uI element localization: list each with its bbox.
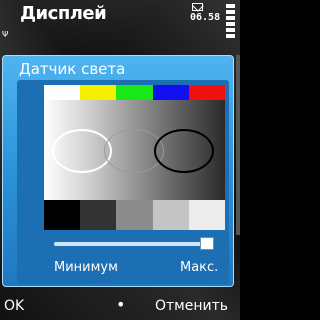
- dialog-title: Датчик света: [19, 60, 126, 78]
- gray-swatch-3: [152, 200, 189, 230]
- gray-swatch-1: [80, 200, 117, 230]
- gray-swatch-4: [188, 200, 226, 230]
- color-bar: [44, 85, 226, 100]
- color-swatch-0: [44, 85, 81, 100]
- scrollbar[interactable]: [236, 55, 240, 235]
- slider-max-label: Макс.: [180, 260, 219, 275]
- gray-scale-bar: [44, 200, 226, 230]
- clock: 06.58: [190, 12, 221, 23]
- ok-button[interactable]: OK: [4, 298, 24, 314]
- brightness-slider-track[interactable]: [54, 242, 214, 246]
- page-title: Дисплей: [20, 3, 107, 24]
- display-test-card: [44, 85, 226, 230]
- message-icon: [192, 3, 203, 11]
- gray-swatch-2: [116, 200, 153, 230]
- color-swatch-3: [152, 85, 189, 100]
- test-circle-black: [154, 129, 214, 173]
- softkey-bar: OK • Отменить: [0, 290, 240, 320]
- cancel-button[interactable]: Отменить: [155, 298, 228, 314]
- test-circle-white: [52, 129, 112, 173]
- color-swatch-2: [116, 85, 153, 100]
- brightness-slider-thumb[interactable]: [200, 237, 214, 250]
- status-bar: Ψ Дисплей 06.58: [0, 0, 240, 52]
- color-swatch-4: [188, 85, 226, 100]
- slider-min-label: Минимум: [54, 260, 118, 275]
- signal-strength-icon: [3, 6, 15, 46]
- select-button[interactable]: •: [116, 295, 125, 314]
- color-swatch-1: [80, 85, 117, 100]
- battery-icon: [226, 4, 235, 44]
- signal-icon-label: Ψ: [2, 30, 9, 39]
- gray-swatch-0: [44, 200, 81, 230]
